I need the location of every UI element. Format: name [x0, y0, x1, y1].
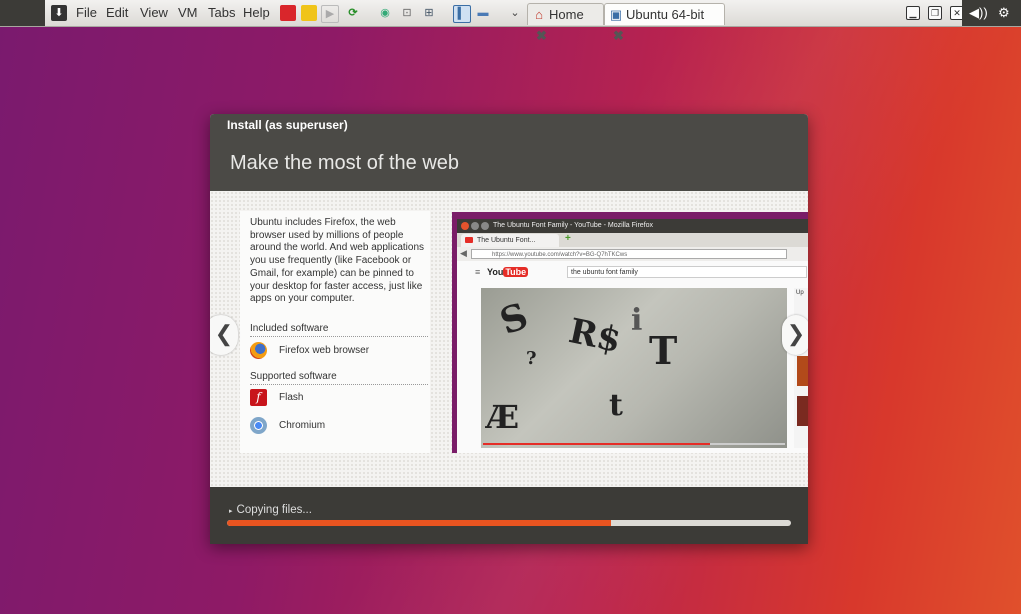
- logo-you: You: [487, 267, 504, 277]
- video-glyph: R$: [565, 311, 625, 361]
- pin-icon[interactable]: ⬇: [51, 5, 67, 21]
- menu-file[interactable]: File: [76, 5, 97, 20]
- firefox-icon: [250, 342, 267, 359]
- vm-icon: ▣: [609, 7, 623, 22]
- video-glyph: T: [649, 328, 678, 373]
- previous-slide-button[interactable]: ❮: [210, 315, 238, 355]
- url-text: https://www.youtube.com/watch?v=BG-Q7hTK…: [492, 252, 628, 258]
- next-slide-button[interactable]: ❯: [782, 315, 808, 355]
- volume-icon[interactable]: ◀)): [969, 5, 988, 21]
- sidebar-toggle-icon[interactable]: ▍: [453, 5, 471, 23]
- supported-software-heading: Supported software: [250, 371, 428, 385]
- snapshot-manager-icon[interactable]: ⊞: [421, 5, 437, 21]
- vm-toolbar: ⬇ File Edit View VM Tabs Help ▶ ⟳ ◉ ⊡ ⊞ …: [0, 0, 1021, 43]
- back-icon: ◀: [460, 248, 467, 258]
- video-progress: [483, 443, 785, 445]
- page-title: Make the most of the web: [230, 152, 460, 174]
- youtube-sidebar: Up: [794, 288, 808, 448]
- new-tab-icon: +: [565, 233, 571, 244]
- suspend-icon[interactable]: [301, 5, 317, 21]
- status-text: Copying files...: [236, 504, 312, 516]
- firefox-navbar: ◀ https://www.youtube.com/watch?v=BG-Q7h…: [457, 247, 808, 261]
- menu-vm[interactable]: VM: [178, 5, 198, 20]
- firefox-tab-label: The Ubuntu Font...: [477, 237, 536, 244]
- video-glyph: t: [609, 388, 623, 423]
- minimize-dot-icon: [471, 222, 479, 230]
- video-progress-fill: [483, 443, 710, 445]
- menu-edit[interactable]: Edit: [106, 5, 128, 20]
- play-icon[interactable]: ▶: [321, 5, 339, 23]
- software-label: Chromium: [279, 420, 326, 431]
- home-icon: ⌂: [535, 7, 543, 22]
- url-bar: https://www.youtube.com/watch?v=BG-Q7hTK…: [471, 249, 787, 259]
- hamburger-icon: ≡: [475, 267, 481, 277]
- close-icon[interactable]: ✖: [613, 25, 624, 46]
- install-progress-bar: [227, 520, 791, 526]
- menu-help[interactable]: Help: [243, 5, 270, 20]
- maximize-dot-icon: [481, 222, 489, 230]
- restore-icon[interactable]: ❐: [928, 6, 942, 20]
- chromium-icon: [250, 417, 267, 434]
- video-glyph: i: [631, 303, 643, 338]
- logo-tube: Tube: [503, 267, 529, 277]
- youtube-favicon-icon: [465, 237, 473, 243]
- installer-header: Install (as superuser) Make the most of …: [210, 114, 808, 191]
- power-off-icon[interactable]: [280, 5, 296, 21]
- window-title: Install (as superuser): [227, 118, 348, 132]
- youtube-search: the ubuntu font family: [567, 266, 807, 278]
- tab-home-label: Home: [549, 7, 584, 22]
- video-glyph: Æ: [486, 398, 520, 436]
- gear-icon[interactable]: ⚙: [998, 5, 1010, 21]
- up-next-label: Up: [796, 290, 804, 296]
- chevron-down-icon[interactable]: ⌄: [507, 5, 523, 21]
- tab-home[interactable]: ⌂ Home✖: [527, 3, 604, 43]
- firefox-titlebar: The Ubuntu Font Family - YouTube - Mozil…: [457, 219, 808, 233]
- close-dot-icon: [461, 222, 469, 230]
- slide-area: Ubuntu includes Firefox, the web browser…: [210, 191, 808, 487]
- revert-snapshot-icon[interactable]: ⊡: [399, 5, 415, 21]
- software-label: Firefox web browser: [279, 345, 370, 356]
- youtube-search-text: the ubuntu font family: [571, 269, 638, 276]
- firefox-window-preview: The Ubuntu Font Family - YouTube - Mozil…: [457, 219, 808, 453]
- thumbnail: [797, 396, 808, 426]
- youtube-logo: You Tube: [487, 267, 529, 277]
- installer-window: Install (as superuser) Make the most of …: [210, 114, 808, 544]
- reset-icon[interactable]: ⟳: [345, 5, 361, 21]
- close-icon[interactable]: ✖: [536, 25, 547, 46]
- disclosure-triangle-icon[interactable]: ▸: [229, 508, 233, 515]
- slide-text-panel: Ubuntu includes Firefox, the web browser…: [240, 211, 430, 453]
- tab-ubuntu-vm[interactable]: ▣ Ubuntu 64-bit✖: [604, 3, 725, 43]
- panel-left: [0, 0, 45, 26]
- installer-footer: ▸ Copying files...: [210, 487, 808, 544]
- minimize-icon[interactable]: ▁: [906, 6, 920, 20]
- included-software-heading: Included software: [250, 323, 428, 337]
- firefox-tabstrip: The Ubuntu Font... +: [457, 233, 808, 247]
- install-progress-fill: [227, 520, 611, 526]
- video-player: S R$ i T ? t Æ: [481, 288, 787, 448]
- firefox-tab: The Ubuntu Font...: [461, 234, 559, 247]
- youtube-page: ≡ You Tube the ubuntu font family S R$ i …: [457, 261, 808, 453]
- slide-screenshot: The Ubuntu Font Family - YouTube - Mozil…: [452, 212, 808, 453]
- software-label: Flash: [279, 392, 304, 403]
- slide-description: Ubuntu includes Firefox, the web browser…: [250, 217, 425, 305]
- video-glyph: ?: [526, 348, 537, 369]
- menu-tabs[interactable]: Tabs: [208, 5, 235, 20]
- menu-view[interactable]: View: [140, 5, 168, 20]
- video-glyph: S: [494, 294, 534, 344]
- snapshot-icon[interactable]: ◉: [377, 5, 393, 21]
- thumbnail: [797, 356, 808, 386]
- tab-ubuntu-label: Ubuntu 64-bit: [626, 7, 705, 22]
- firefox-title: The Ubuntu Font Family - YouTube - Mozil…: [493, 222, 654, 229]
- console-view-icon[interactable]: ▬: [475, 5, 491, 21]
- progress-status: ▸ Copying files...: [229, 504, 312, 516]
- flash-icon: f: [250, 389, 267, 406]
